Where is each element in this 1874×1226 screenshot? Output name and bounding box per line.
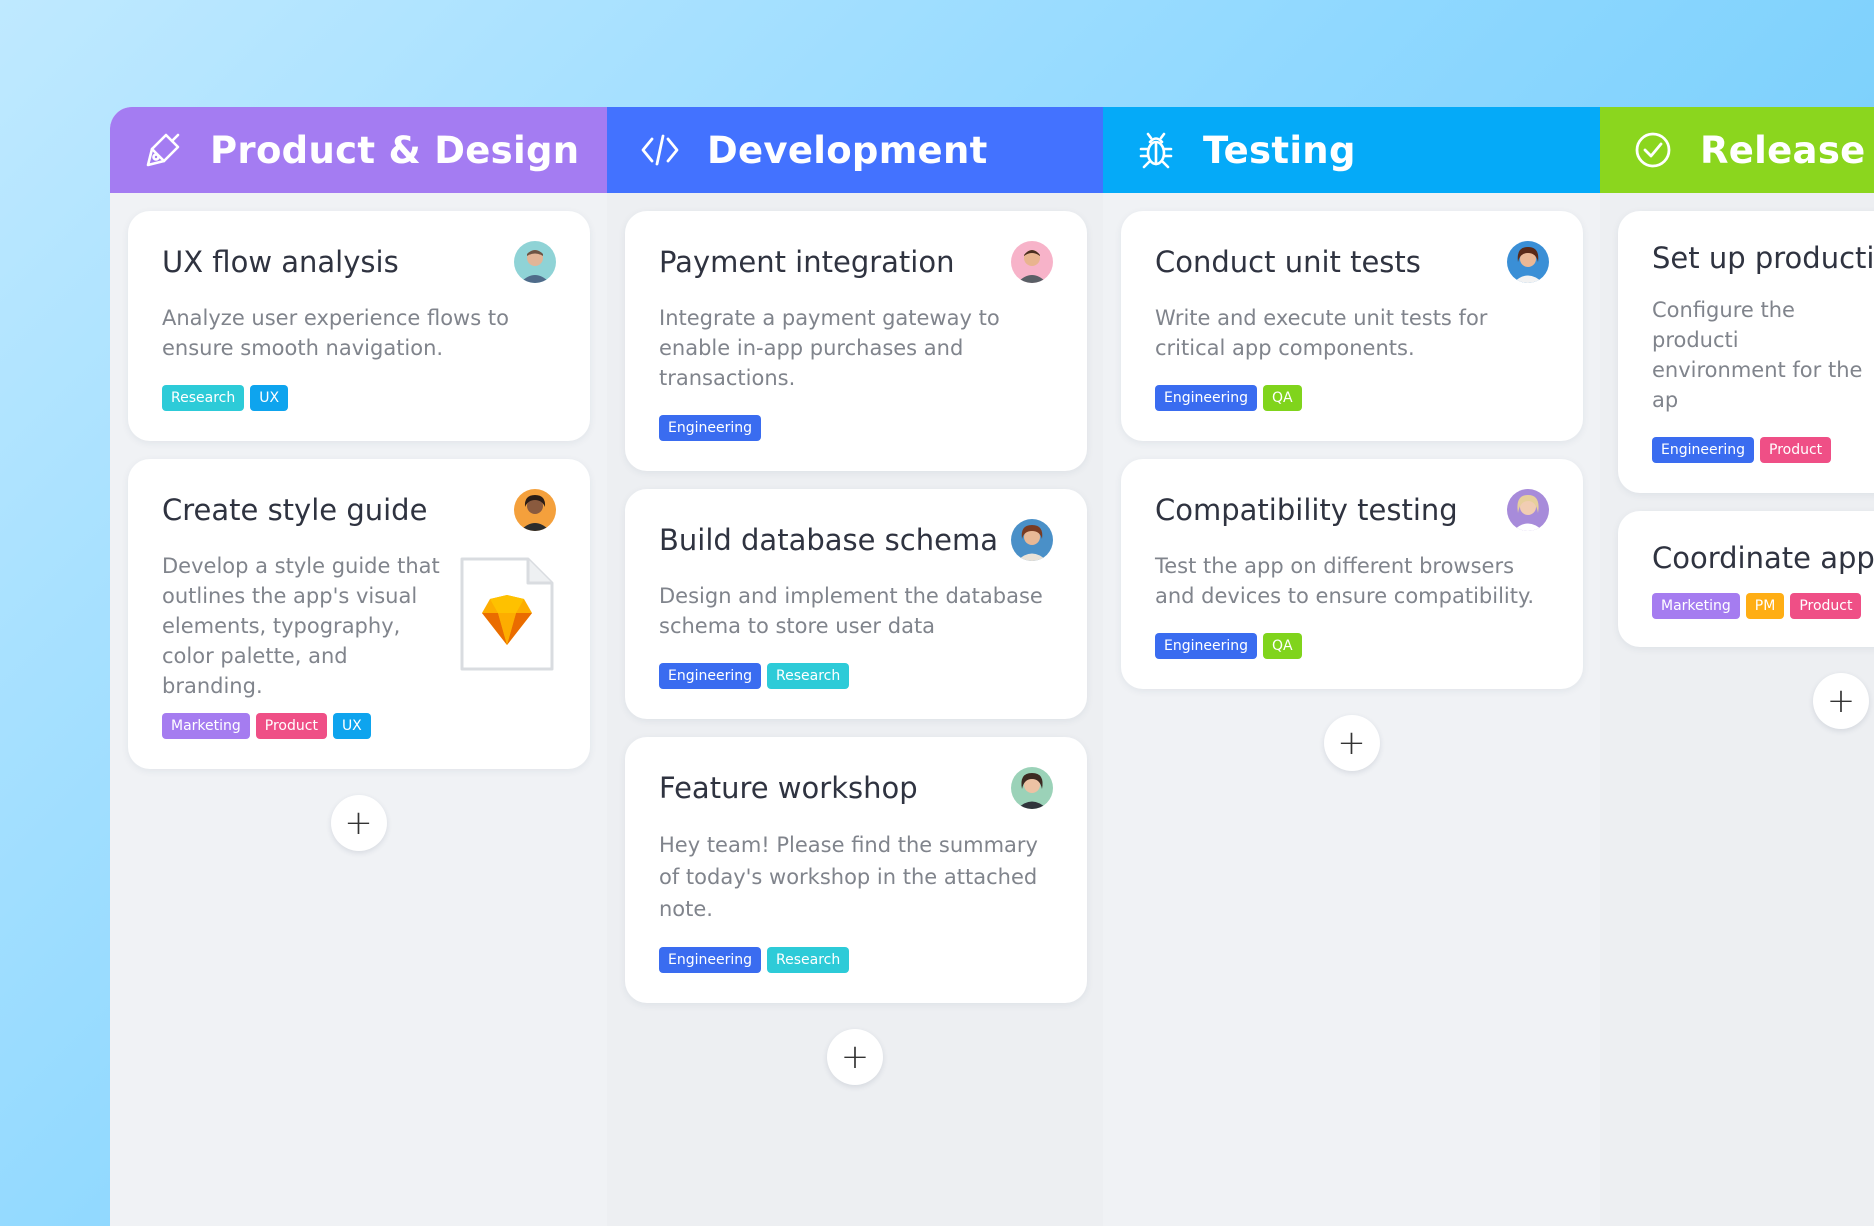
assignee-avatar[interactable] — [514, 241, 556, 283]
add-card-button[interactable]: + — [330, 795, 387, 851]
task-card-conduct-unit-tests[interactable]: Conduct unit tests Write and execute uni… — [1121, 211, 1583, 441]
tag-research[interactable]: Research — [162, 385, 245, 411]
tag-engineering[interactable]: Engineering — [659, 947, 761, 973]
tag-product[interactable]: Product — [1790, 593, 1862, 619]
sketch-file-icon[interactable] — [458, 555, 556, 673]
column-testing: Testing Conduct unit tests Write and exe… — [1103, 107, 1600, 1226]
card-description: Design and implement the database schema… — [659, 584, 1043, 638]
tag-qa[interactable]: QA — [1263, 633, 1302, 659]
task-card-coordinate-app[interactable]: Coordinate app Marketing PM Product — [1618, 511, 1874, 647]
tag-product[interactable]: Product — [1760, 437, 1832, 463]
tag-engineering[interactable]: Engineering — [659, 663, 761, 689]
assignee-avatar[interactable] — [1011, 767, 1053, 809]
tag-research[interactable]: Research — [767, 663, 850, 689]
check-circle-icon — [1630, 127, 1676, 173]
task-card-feature-workshop[interactable]: Feature workshop Hey team! Please find t… — [625, 737, 1087, 1003]
task-card-create-style-guide[interactable]: Create style guide Develop a style guide… — [128, 459, 590, 769]
column-header-release[interactable]: Release — [1600, 107, 1874, 193]
column-title: Release — [1700, 128, 1866, 172]
add-card-button[interactable]: + — [1323, 715, 1380, 771]
column-header-testing[interactable]: Testing — [1103, 107, 1600, 193]
card-title: UX flow analysis — [162, 245, 399, 279]
card-title: Create style guide — [162, 493, 428, 527]
card-description: Test the app on different browsers and d… — [1155, 554, 1535, 608]
tag-pm[interactable]: PM — [1745, 593, 1785, 619]
card-description: Analyze user experience flows to ensure … — [162, 306, 509, 360]
card-title: Coordinate app — [1652, 541, 1874, 575]
tag-ux[interactable]: UX — [250, 385, 289, 411]
card-description: Develop a style guide that outlines the … — [162, 554, 440, 698]
card-description: Hey team! Please find the summary of tod… — [659, 833, 1038, 921]
assignee-avatar[interactable] — [1507, 241, 1549, 283]
card-title: Compatibility testing — [1155, 493, 1458, 527]
bug-icon — [1133, 127, 1179, 173]
add-card-button[interactable]: + — [827, 1029, 883, 1085]
assignee-avatar[interactable] — [514, 489, 556, 531]
assignee-avatar[interactable] — [1011, 519, 1053, 561]
assignee-avatar[interactable] — [1011, 241, 1053, 283]
card-title: Conduct unit tests — [1155, 245, 1421, 279]
column-title: Development — [707, 128, 988, 172]
tag-engineering[interactable]: Engineering — [1155, 633, 1257, 659]
column-release: Release Set up productio Configure the p… — [1600, 107, 1874, 1226]
task-card-compatibility-testing[interactable]: Compatibility testing Test the app on di… — [1121, 459, 1583, 689]
tag-marketing[interactable]: Marketing — [1652, 593, 1740, 619]
column-header-development[interactable]: Development — [607, 107, 1103, 193]
tag-engineering[interactable]: Engineering — [1652, 437, 1754, 463]
card-description: Write and execute unit tests for critica… — [1155, 306, 1488, 360]
tag-ux[interactable]: UX — [332, 713, 371, 739]
card-description: Integrate a payment gateway to enable in… — [659, 306, 1000, 390]
task-card-ux-flow-analysis[interactable]: UX flow analysis Analyze user experience… — [128, 211, 590, 441]
card-description: Configure the producti environment for t… — [1652, 298, 1863, 412]
card-title: Build database schema — [659, 523, 998, 557]
column-title: Product & Design — [210, 128, 580, 172]
column-header-product-design[interactable]: Product & Design — [110, 107, 607, 193]
task-card-set-up-production[interactable]: Set up productio Configure the producti … — [1618, 211, 1874, 493]
task-card-build-database-schema[interactable]: Build database schema Design and impleme… — [625, 489, 1087, 719]
column-development: Development Payment integration Integrat… — [607, 107, 1103, 1226]
card-title: Set up productio — [1652, 241, 1874, 275]
kanban-board: Product & Design UX flow analysis Analyz… — [110, 107, 1874, 1226]
tag-product[interactable]: Product — [255, 713, 327, 739]
add-card-button[interactable]: + — [1813, 673, 1869, 729]
column-product-design: Product & Design UX flow analysis Analyz… — [110, 107, 607, 1226]
assignee-avatar[interactable] — [1507, 489, 1549, 531]
tag-qa[interactable]: QA — [1263, 385, 1302, 411]
task-card-payment-integration[interactable]: Payment integration Integrate a payment … — [625, 211, 1087, 471]
tag-engineering[interactable]: Engineering — [1155, 385, 1257, 411]
tag-engineering[interactable]: Engineering — [659, 415, 761, 441]
tag-research[interactable]: Research — [767, 947, 850, 973]
tag-marketing[interactable]: Marketing — [162, 713, 250, 739]
code-icon — [637, 127, 683, 173]
column-title: Testing — [1203, 128, 1356, 172]
card-title: Payment integration — [659, 245, 955, 279]
card-title: Feature workshop — [659, 771, 918, 805]
paint-brush-icon — [140, 127, 186, 173]
